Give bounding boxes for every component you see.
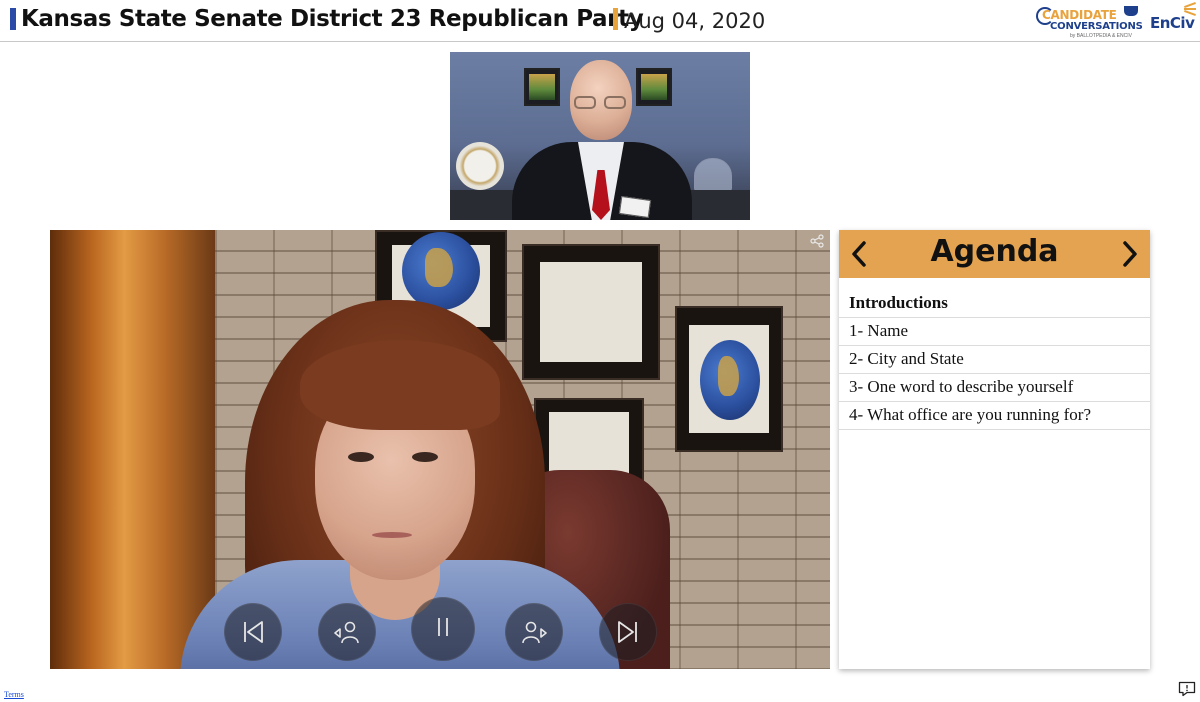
agenda-prev-button[interactable] [845,240,873,268]
pause-button[interactable] [411,597,475,661]
logo-text-by: by BALLOTPEDIA & ENCIV [1070,33,1132,39]
pause-icon [438,618,448,636]
decor-plate [456,142,504,190]
globe-artwork [402,232,480,310]
agenda-list: Introductions 1- Name 2- City and State … [839,290,1150,430]
share-icon[interactable] [810,234,824,248]
logo-text-conversations: CONVERSATIONS [1050,21,1143,32]
page-header: Kansas State Senate District 23 Republic… [0,0,1200,42]
wall-picture [636,68,672,106]
candidate-conversations-logo[interactable]: CANDIDATE CONVERSATIONS by BALLOTPEDIA &… [1036,4,1144,40]
globe-artwork [700,340,760,420]
next-speaker-button[interactable] [505,603,563,661]
logo-text-candidate: CANDIDATE [1042,8,1117,22]
previous-speaker-icon [334,621,359,644]
agenda-item: 2- City and State [839,346,1150,374]
speaker-bangs [300,340,500,430]
decor-dome [694,158,732,192]
speaker-eye [348,452,374,462]
agenda-item: 4- What office are you running for? [839,402,1150,430]
chevron-left-icon [852,241,866,267]
skip-previous-icon [244,621,263,643]
skip-next-button[interactable] [599,603,657,661]
agenda-next-button[interactable] [1116,240,1144,268]
agenda-title: Agenda [930,234,1059,269]
speaker-glasses [574,96,630,110]
agenda-panel: Agenda Introductions 1- Name 2- City and… [839,230,1150,669]
skip-next-icon [618,621,637,643]
agenda-item: 3- One word to describe yourself [839,374,1150,402]
wooden-door [50,230,215,669]
speaker-eye [412,452,438,462]
previous-speaker-button[interactable] [318,603,376,661]
agenda-item: 1- Name [839,318,1150,346]
feedback-icon[interactable] [1178,681,1196,697]
skip-previous-button[interactable] [224,603,282,661]
logo-text-enciv: EnCiv [1150,14,1195,32]
speaker-video-top[interactable] [450,52,750,220]
title-accent-bar [10,8,16,30]
date-accent-bar [613,8,618,30]
framed-picture [522,244,660,380]
enciv-logo[interactable]: EnCiv [1150,2,1196,38]
agenda-header: Agenda [839,230,1150,278]
event-date: Aug 04, 2020 [624,9,766,33]
terms-link[interactable]: Terms [4,690,24,699]
speaker-mouth [372,532,412,538]
coffee-cup-icon [1124,6,1138,16]
wall-picture [524,68,560,106]
page-title: Kansas State Senate District 23 Republic… [21,6,644,32]
chevron-right-icon [1123,241,1137,267]
next-speaker-icon [522,621,547,644]
agenda-section-heading: Introductions [839,290,1150,318]
